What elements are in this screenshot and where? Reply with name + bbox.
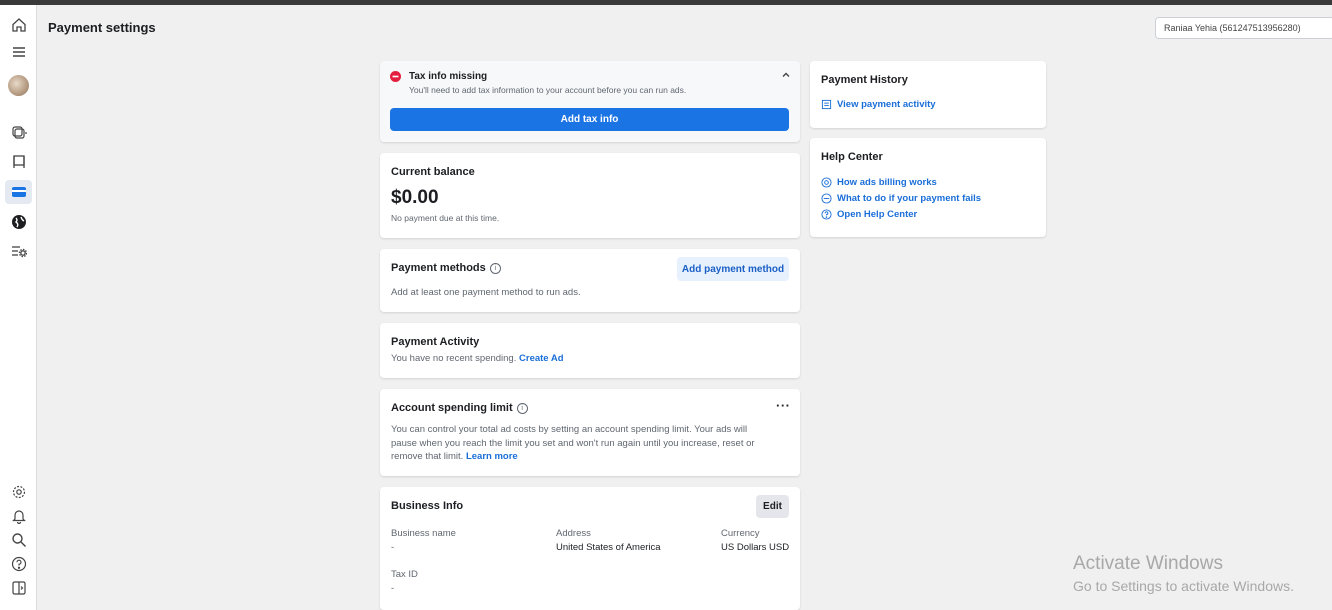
payment-methods-message: Add at least one payment method to run a…	[391, 287, 581, 298]
sidebar	[0, 5, 37, 610]
search-icon[interactable]	[5, 528, 32, 552]
spending-limit-description: You can control your total ad costs by s…	[391, 423, 755, 464]
address-label: Address	[556, 528, 591, 539]
gear-icon[interactable]	[5, 480, 32, 504]
edit-button[interactable]: Edit	[756, 495, 789, 518]
payment-activity-card: Payment Activity You have no recent spen…	[380, 323, 800, 378]
payment-methods-title: Payment methods i	[391, 262, 501, 274]
minus-circle-icon	[821, 193, 832, 204]
business-name-value: -	[391, 542, 395, 553]
balance-amount: $0.00	[391, 187, 439, 208]
currency-value: US Dollars USD	[721, 542, 790, 553]
avatar[interactable]	[8, 75, 29, 96]
flag-icon[interactable]	[5, 149, 32, 173]
spending-limit-card: Account spending limit i ··· You can cont…	[380, 389, 800, 476]
current-balance-title: Current balance	[391, 166, 475, 178]
help-center-card: Help Center How ads billing works What t…	[810, 138, 1046, 237]
payment-fails-link[interactable]: What to do if your payment fails	[837, 193, 981, 204]
tax-id-value: -	[391, 583, 395, 594]
payment-activity-message: You have no recent spending.	[391, 353, 517, 364]
business-info-title: Business Info	[391, 500, 464, 512]
menu-icon[interactable]	[5, 40, 32, 64]
settings-list-icon[interactable]	[5, 239, 32, 263]
info-icon[interactable]: i	[516, 402, 528, 414]
globe-icon[interactable]	[5, 210, 32, 234]
tax-alert-card: Tax info missing You'll need to add tax …	[380, 61, 800, 142]
tax-alert-title: Tax info missing	[409, 71, 488, 82]
spending-limit-line: pause when you reach the limit you set a…	[391, 437, 755, 449]
help-link-row[interactable]: How ads billing works	[821, 177, 937, 188]
currency-label: Currency	[721, 528, 760, 539]
help-center-title: Help Center	[821, 151, 883, 163]
info-icon[interactable]: i	[489, 262, 501, 274]
business-info-card: Business Info Edit Business name - Addre…	[380, 487, 800, 610]
spending-limit-label: Account spending limit	[391, 402, 513, 414]
page-title: Payment settings	[48, 20, 156, 35]
view-payment-activity-link[interactable]: View payment activity	[837, 99, 936, 110]
windows-watermark-subtitle: Go to Settings to activate Windows.	[1073, 578, 1294, 594]
payment-methods-card: Payment methods i Add payment method Add …	[380, 249, 800, 312]
more-options-icon[interactable]: ···	[776, 399, 791, 412]
receipt-icon	[821, 99, 832, 110]
lifebuoy-icon	[821, 177, 832, 188]
chevron-up-icon[interactable]	[781, 70, 791, 80]
open-help-center-link[interactable]: Open Help Center	[837, 209, 917, 220]
balance-note: No payment due at this time.	[391, 213, 500, 223]
spending-limit-line-text: remove that limit.	[391, 451, 464, 462]
spending-limit-line: remove that limit. Learn more	[391, 450, 755, 464]
help-link-row[interactable]: What to do if your payment fails	[821, 193, 981, 204]
spending-limit-line: You can control your total ad costs by s…	[391, 424, 748, 435]
add-payment-method-button[interactable]: Add payment method	[677, 257, 789, 281]
business-name-label: Business name	[391, 528, 456, 539]
campaigns-icon[interactable]	[5, 120, 32, 144]
account-selector[interactable]: Raniaa Yehia (561247513956280)	[1155, 17, 1332, 39]
view-payment-activity-row[interactable]: View payment activity	[821, 99, 936, 110]
create-ad-link[interactable]: Create Ad	[519, 353, 564, 364]
collapse-icon[interactable]	[5, 576, 32, 600]
add-tax-info-button[interactable]: Add tax info	[390, 108, 789, 131]
payment-activity-title: Payment Activity	[391, 336, 480, 348]
payment-activity-text: You have no recent spending. Create Ad	[391, 353, 564, 364]
payment-history-card: Payment History View payment activity	[810, 61, 1046, 128]
help-link-row[interactable]: Open Help Center	[821, 209, 917, 220]
credit-card-icon[interactable]	[5, 180, 32, 204]
current-balance-card: Current balance $0.00 No payment due at …	[380, 153, 800, 238]
top-bar	[0, 0, 1332, 5]
question-icon	[821, 209, 832, 220]
address-value: United States of America	[556, 542, 661, 553]
home-icon[interactable]	[5, 13, 32, 37]
help-icon[interactable]	[5, 552, 32, 576]
tax-alert-message: You'll need to add tax information to yo…	[409, 85, 687, 95]
spending-limit-title: Account spending limit i	[391, 402, 528, 414]
how-ads-billing-works-link[interactable]: How ads billing works	[837, 177, 937, 188]
payment-methods-label: Payment methods	[391, 262, 486, 274]
tax-id-label: Tax ID	[391, 569, 418, 580]
payment-history-title: Payment History	[821, 74, 908, 86]
windows-watermark-title: Activate Windows	[1073, 553, 1223, 574]
error-icon	[390, 71, 401, 82]
bell-icon[interactable]	[5, 504, 32, 528]
learn-more-link[interactable]: Learn more	[466, 451, 518, 462]
